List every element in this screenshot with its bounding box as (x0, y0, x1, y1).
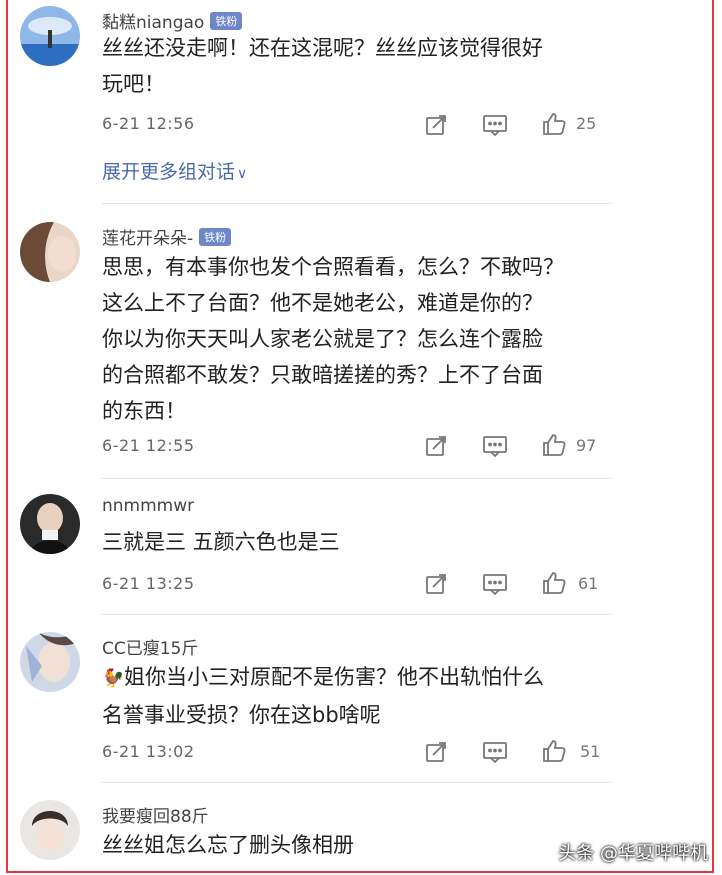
comment-text-line: 姐你当小三对原配不是伤害？他不出轨怕什么 (124, 665, 544, 689)
comment-text-line: 三就是三 五颜六色也是三 (102, 530, 340, 554)
comment-text-line: 丝丝姐怎么忘了删头像相册 (102, 833, 354, 857)
username-text[interactable]: nnmmmwr (102, 496, 194, 516)
chevron-down-icon[interactable]: ∨ (237, 166, 247, 182)
like-count: 51 (580, 742, 601, 761)
timestamp: 6-21 13:02 (102, 742, 195, 761)
username[interactable]: 莲花开朵朵- 铁粉 (102, 224, 232, 249)
avatar[interactable] (20, 632, 80, 692)
reply-icon[interactable] (482, 434, 507, 458)
avatar[interactable] (20, 494, 80, 554)
avatar[interactable] (20, 222, 80, 282)
reply-icon[interactable] (482, 113, 507, 137)
username[interactable]: 我要瘦回88斤 (102, 802, 209, 827)
divider (102, 478, 612, 479)
username-text[interactable]: 莲花开朵朵- (102, 229, 193, 249)
expand-more-label[interactable]: 展开更多组对话 (102, 161, 235, 183)
comment-text-line: 玩吧！ (102, 72, 165, 96)
comment-text: 三就是三 五颜六色也是三 (102, 524, 602, 560)
like-icon[interactable] (541, 111, 566, 135)
username-text[interactable]: 我要瘦回88斤 (102, 807, 209, 827)
reply-icon[interactable] (482, 740, 507, 764)
comment-text-line: 这么上不了台面？他不是她老公，难道是你的？ (102, 291, 543, 315)
username[interactable]: CC已瘦15斤 (102, 634, 198, 659)
like-count: 97 (576, 436, 597, 455)
comment-text-line-with-emoji: 🐓姐你当小三对原配不是伤害？他不出轨怕什么 (102, 659, 602, 697)
like-icon[interactable] (541, 570, 566, 594)
divider (102, 203, 612, 204)
timestamp: 6-21 13:25 (102, 574, 195, 593)
rooster-emoji-icon: 🐓 (102, 668, 125, 689)
divider (102, 614, 612, 615)
avatar[interactable] (20, 6, 80, 66)
comment-text: 丝丝姐怎么忘了删头像相册 (102, 827, 602, 863)
fan-badge: 铁粉 (210, 12, 243, 30)
timestamp: 6-21 12:55 (102, 436, 195, 455)
username[interactable]: nnmmmwr (102, 496, 194, 516)
comment-text: 丝丝还没走啊！还在这混呢？丝丝应该觉得很好 玩吧！ (102, 30, 602, 102)
comment-text-line: 丝丝还没走啊！还在这混呢？丝丝应该觉得很好 (102, 36, 543, 60)
share-icon[interactable] (424, 434, 448, 458)
watermark: 头条 @华夏哔哔机 (558, 843, 708, 864)
comment-text-line: 名誉事业受损？你在这bb啥呢 (102, 703, 381, 727)
comment-text: 思思，有本事你也发个合照看看，怎么？不敢吗？ 这么上不了台面？他不是她老公，难道… (102, 249, 602, 429)
comment-text-line: 思思，有本事你也发个合照看看，怎么？不敢吗？ (102, 255, 564, 279)
comment-text-line: 的合照都不敢发？只敢暗搓搓的秀？上不了台面 (102, 363, 543, 387)
like-count: 25 (576, 114, 597, 133)
username-text[interactable]: CC已瘦15斤 (102, 639, 198, 659)
comment-text-line: 的东西！ (102, 399, 186, 423)
comment-text: 🐓姐你当小三对原配不是伤害？他不出轨怕什么 名誉事业受损？你在这bb啥呢 (102, 659, 602, 733)
share-icon[interactable] (424, 572, 448, 596)
share-icon[interactable] (424, 113, 448, 137)
divider (102, 782, 612, 783)
expand-more-link[interactable]: 展开更多组对话 ∨ (102, 157, 247, 184)
comment-text-line: 你以为你天天叫人家老公就是了？怎么连个露脸 (102, 327, 543, 351)
like-icon[interactable] (541, 738, 566, 762)
fan-badge: 铁粉 (199, 228, 232, 246)
like-count: 61 (578, 574, 599, 593)
timestamp: 6-21 12:56 (102, 114, 195, 133)
share-icon[interactable] (424, 740, 448, 764)
like-icon[interactable] (541, 432, 566, 456)
avatar[interactable] (20, 800, 80, 860)
reply-icon[interactable] (482, 572, 507, 596)
